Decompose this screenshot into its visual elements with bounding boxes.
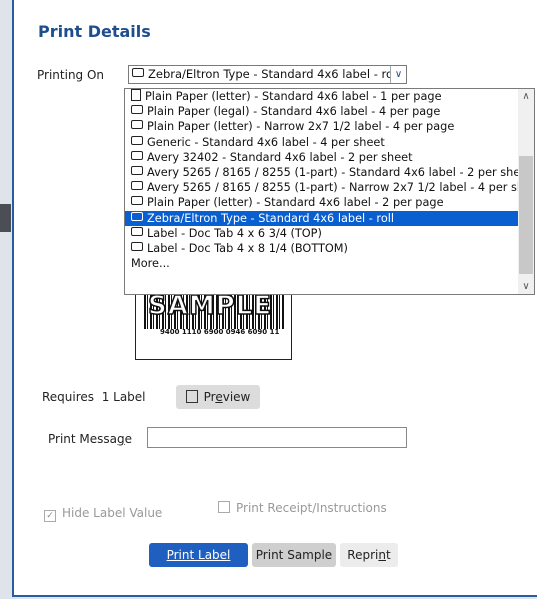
- dropdown-scrollbar[interactable]: ∧ ∨: [518, 89, 534, 294]
- printing-on-label: Printing On: [37, 68, 105, 82]
- paper-icon: [131, 89, 141, 101]
- print-receipt-checkbox[interactable]: Print Receipt/Instructions: [218, 501, 387, 515]
- dropdown-option[interactable]: Plain Paper (letter) - Standard 4x6 labe…: [125, 195, 534, 210]
- dropdown-option-label: Avery 32402 - Standard 4x6 label - 2 per…: [147, 150, 413, 164]
- print-sample-button[interactable]: Print Sample: [252, 543, 336, 567]
- dropdown-option[interactable]: Plain Paper (letter) - Narrow 2x7 1/2 la…: [125, 119, 534, 134]
- scroll-up-icon[interactable]: ∧: [518, 91, 534, 102]
- print-details-panel: Print Details Printing On Zebra/Eltron T…: [12, 0, 537, 597]
- hide-label-value-checkbox[interactable]: ✓ Hide Label Value: [44, 506, 162, 522]
- dropdown-option-label: Plain Paper (letter) - Standard 4x6 labe…: [147, 196, 444, 210]
- dropdown-option-label: Generic - Standard 4x6 label - 4 per she…: [147, 135, 385, 149]
- tracking-number: 9400 1110 6900 0946 6090 11: [160, 328, 280, 336]
- label-sample-preview: SAMPLE 9400 1110 6900 0946 6090 11: [135, 290, 292, 360]
- label-icon: [131, 181, 143, 191]
- label-icon: [131, 150, 143, 160]
- dropdown-list: Plain Paper (letter) - Standard 4x6 labe…: [125, 89, 534, 271]
- print-message-input[interactable]: [147, 427, 407, 448]
- dropdown-option-label: Avery 5265 / 8165 / 8255 (1-part) - Narr…: [147, 181, 535, 195]
- dropdown-option-label: Plain Paper (letter) - Standard 4x6 labe…: [145, 90, 442, 103]
- page-title: Print Details: [38, 22, 151, 41]
- dropdown-option[interactable]: Label - Doc Tab 4 x 8 1/4 (BOTTOM): [125, 241, 534, 256]
- check-icon: ✓: [44, 510, 56, 522]
- label-icon: [131, 211, 143, 221]
- dropdown-option[interactable]: Avery 5265 / 8165 / 8255 (1-part) - Stan…: [125, 165, 534, 180]
- label-icon: [131, 196, 143, 206]
- scroll-thumb[interactable]: [519, 156, 533, 274]
- label-icon: [131, 165, 143, 175]
- dropdown-option[interactable]: Plain Paper (legal) - Standard 4x6 label…: [125, 104, 534, 119]
- dropdown-option[interactable]: Avery 5265 / 8165 / 8255 (1-part) - Narr…: [125, 180, 534, 195]
- preview-button[interactable]: Preview: [176, 385, 260, 409]
- dropdown-option-label: Plain Paper (legal) - Standard 4x6 label…: [147, 105, 441, 119]
- dropdown-option[interactable]: Generic - Standard 4x6 label - 4 per she…: [125, 135, 534, 150]
- label-icon: [131, 105, 143, 115]
- label-icon: [131, 241, 143, 251]
- dropdown-option-label: More...: [131, 257, 170, 271]
- dropdown-option-label: Plain Paper (letter) - Narrow 2x7 1/2 la…: [147, 120, 455, 134]
- scroll-down-icon[interactable]: ∨: [518, 281, 534, 292]
- dropdown-option-label: Label - Doc Tab 4 x 8 1/4 (BOTTOM): [147, 241, 348, 255]
- printing-on-value: Zebra/Eltron Type - Standard 4x6 label -…: [148, 67, 394, 81]
- chevron-down-icon[interactable]: ∨: [390, 66, 406, 83]
- dropdown-option-label: Zebra/Eltron Type - Standard 4x6 label -…: [147, 211, 395, 225]
- reprint-button[interactable]: Reprint: [340, 543, 398, 567]
- checkbox-box: [218, 501, 230, 513]
- dropdown-option[interactable]: Avery 32402 - Standard 4x6 label - 2 per…: [125, 150, 534, 165]
- requires-label: Requires 1 Label: [42, 390, 146, 404]
- left-panel-tab: [0, 204, 11, 232]
- dropdown-option[interactable]: More...: [125, 256, 534, 271]
- printing-on-dropdown[interactable]: Plain Paper (letter) - Standard 4x6 labe…: [124, 88, 535, 295]
- label-icon: [131, 120, 143, 130]
- sample-watermark: SAMPLE: [147, 290, 273, 322]
- label-icon: [131, 135, 143, 145]
- print-label-button[interactable]: Print Label: [149, 543, 248, 567]
- print-message-label: Print Message: [48, 432, 133, 446]
- dropdown-option[interactable]: Label - Doc Tab 4 x 6 3/4 (TOP): [125, 226, 534, 241]
- printing-on-select[interactable]: Zebra/Eltron Type - Standard 4x6 label -…: [128, 65, 407, 84]
- dropdown-option[interactable]: Plain Paper (letter) - Standard 4x6 labe…: [125, 89, 534, 104]
- preview-icon: [185, 390, 198, 403]
- dropdown-option[interactable]: Zebra/Eltron Type - Standard 4x6 label -…: [125, 210, 534, 226]
- dropdown-option-label: Avery 5265 / 8165 / 8255 (1-part) - Stan…: [147, 165, 532, 179]
- label-icon: [132, 68, 144, 77]
- dropdown-option-label: Label - Doc Tab 4 x 6 3/4 (TOP): [147, 226, 322, 240]
- label-icon: [131, 226, 143, 236]
